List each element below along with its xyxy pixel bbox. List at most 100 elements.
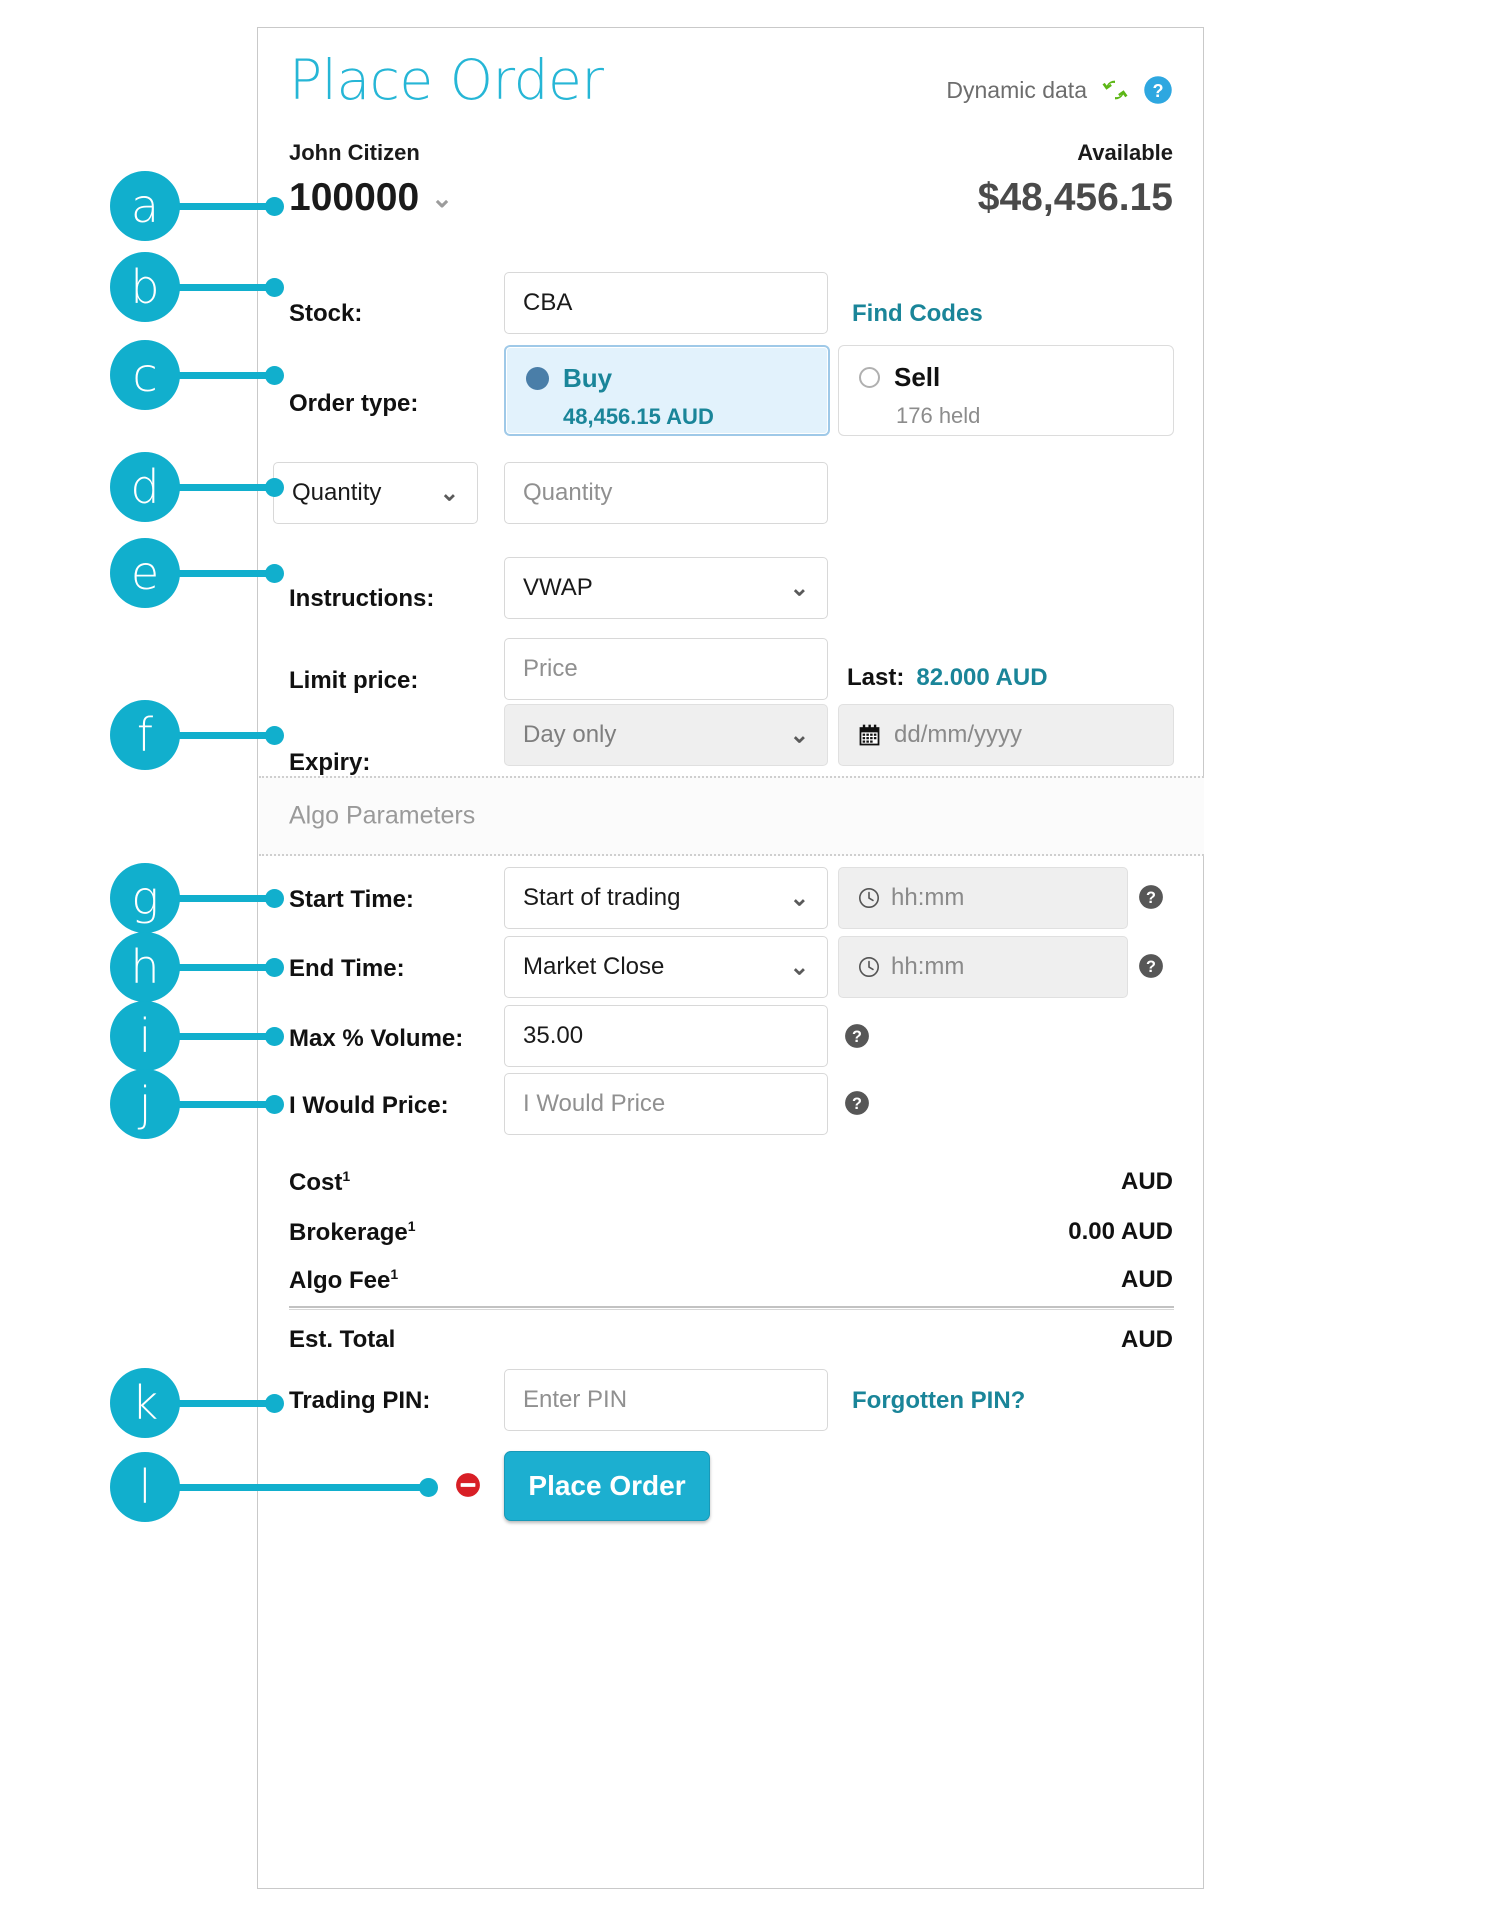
algo-parameters-section-header: Algo Parameters: [259, 776, 1204, 856]
account-number: 100000: [289, 176, 420, 219]
i-would-price-input[interactable]: I Would Price: [504, 1073, 828, 1135]
annotation-leader-i: [178, 1033, 276, 1040]
annotation-marker-h: h: [110, 932, 180, 1002]
annotation-leader-dot-k: [265, 1394, 284, 1413]
annotation-leader-dot-b: [265, 278, 284, 297]
brokerage-value: 0.00: [1068, 1218, 1115, 1245]
annotation-leader-d: [178, 484, 276, 491]
annotation-marker-e: e: [110, 538, 180, 608]
quantity-mode-select[interactable]: Quantity ⌄: [273, 462, 478, 524]
cost-currency: AUD: [1121, 1168, 1173, 1195]
annotation-marker-f: f: [110, 700, 180, 770]
trading-pin-placeholder: Enter PIN: [523, 1386, 628, 1413]
annotation-leader-e: [178, 570, 276, 577]
annotation-leader-dot-l: [419, 1478, 438, 1497]
instructions-value: VWAP: [523, 574, 593, 601]
algo-fee-label: Algo Fee1: [289, 1266, 399, 1294]
quantity-input-placeholder: Quantity: [523, 479, 613, 506]
est-total-currency: AUD: [1121, 1326, 1173, 1353]
annotation-leader-a: [178, 203, 276, 210]
quantity-input[interactable]: Quantity: [504, 462, 828, 524]
annotation-marker-k: k: [110, 1368, 180, 1438]
expiry-date-input[interactable]: dd/mm/yyyy: [838, 704, 1174, 766]
annotation-leader-dot-i: [265, 1027, 284, 1046]
annotation-leader-b: [178, 284, 276, 291]
end-time-label: End Time:: [289, 955, 405, 982]
calendar-icon: [859, 724, 880, 745]
order-type-label: Order type:: [289, 390, 419, 417]
annotation-leader-k: [178, 1400, 276, 1407]
max-volume-input[interactable]: 35.00: [504, 1005, 828, 1067]
chevron-down-icon: ⌄: [789, 574, 809, 601]
end-time-select[interactable]: Market Close ⌄: [504, 936, 828, 998]
start-time-label: Start Time:: [289, 886, 414, 913]
help-circle-icon[interactable]: ?: [1143, 75, 1173, 105]
limit-price-label: Limit price:: [289, 667, 419, 694]
expiry-select[interactable]: Day only ⌄: [504, 704, 828, 766]
annotation-leader-dot-h: [265, 958, 284, 977]
annotation-marker-g: g: [110, 863, 180, 933]
clock-icon: [859, 957, 879, 977]
max-volume-value: 35.00: [523, 1022, 584, 1049]
sell-label: Sell: [894, 362, 941, 392]
max-volume-help-icon[interactable]: ?: [844, 1023, 870, 1049]
chevron-down-icon: ⌄: [431, 183, 453, 213]
chevron-down-icon: ⌄: [439, 479, 459, 506]
stock-input-value: CBA: [523, 289, 573, 316]
annotation-leader-j: [178, 1101, 276, 1108]
forgotten-pin-link[interactable]: Forgotten PIN?: [852, 1387, 1025, 1415]
max-volume-label: Max % Volume:: [289, 1025, 464, 1052]
available-label: Available: [1077, 140, 1173, 165]
sell-holdings: 176 held: [896, 403, 981, 428]
order-type-buy-option[interactable]: Buy 48,456.15 AUD: [504, 345, 830, 436]
annotation-leader-f: [178, 732, 276, 739]
last-price: Last: 82.000 AUD: [847, 664, 1048, 692]
end-time-help-icon[interactable]: ?: [1138, 953, 1164, 979]
page-title: Place Order: [289, 48, 604, 112]
limit-price-input[interactable]: Price: [504, 638, 828, 700]
refresh-icon[interactable]: [1100, 75, 1130, 105]
svg-text:?: ?: [852, 1095, 862, 1113]
est-total-label: Est. Total: [289, 1326, 396, 1353]
buy-radio-icon: [526, 367, 549, 390]
annotation-leader-dot-e: [265, 564, 284, 583]
start-time-help-icon[interactable]: ?: [1138, 884, 1164, 910]
trading-pin-label: Trading PIN:: [289, 1387, 431, 1414]
expiry-label: Expiry:: [289, 749, 371, 776]
instructions-label: Instructions:: [289, 585, 435, 612]
annotation-leader-g: [178, 895, 276, 902]
dynamic-data-label: Dynamic data: [946, 76, 1087, 103]
instructions-select[interactable]: VWAP ⌄: [504, 557, 828, 619]
annotation-leader-dot-g: [265, 889, 284, 908]
annotation-leader-dot-c: [265, 366, 284, 385]
annotation-marker-b: b: [110, 252, 180, 322]
cost-label: Cost1: [289, 1168, 351, 1196]
available-amount: $48,456.15: [977, 176, 1173, 219]
algo-fee-currency: AUD: [1121, 1266, 1173, 1293]
annotation-marker-i: i: [110, 1001, 180, 1071]
annotation-leader-dot-j: [265, 1095, 284, 1114]
place-order-card: Place Order Dynamic data ? John Citizen …: [257, 27, 1204, 1889]
find-codes-link[interactable]: Find Codes: [852, 300, 983, 328]
order-type-sell-option[interactable]: Sell 176 held: [838, 345, 1174, 436]
trading-pin-input[interactable]: Enter PIN: [504, 1369, 828, 1431]
expiry-value: Day only: [523, 721, 617, 748]
start-time-value: Start of trading: [523, 884, 681, 911]
i-would-price-help-icon[interactable]: ?: [844, 1090, 870, 1116]
place-order-button[interactable]: Place Order: [504, 1451, 710, 1521]
last-price-label: Last:: [847, 664, 905, 691]
brokerage-currency: AUD: [1121, 1218, 1173, 1245]
account-selector[interactable]: 100000 ⌄: [289, 176, 453, 220]
start-time-select[interactable]: Start of trading ⌄: [504, 867, 828, 929]
algo-parameters-heading: Algo Parameters: [289, 801, 476, 830]
i-would-price-label: I Would Price:: [289, 1092, 449, 1119]
annotation-leader-dot-a: [265, 197, 284, 216]
account-holder-name: John Citizen: [289, 140, 420, 165]
stock-input[interactable]: CBA: [504, 272, 828, 334]
start-time-input[interactable]: hh:mm: [838, 867, 1128, 929]
end-time-input[interactable]: hh:mm: [838, 936, 1128, 998]
quantity-mode-value: Quantity: [292, 479, 382, 506]
svg-text:?: ?: [852, 1028, 862, 1046]
buy-balance: 48,456.15 AUD: [563, 404, 714, 429]
clock-icon: [859, 888, 879, 908]
